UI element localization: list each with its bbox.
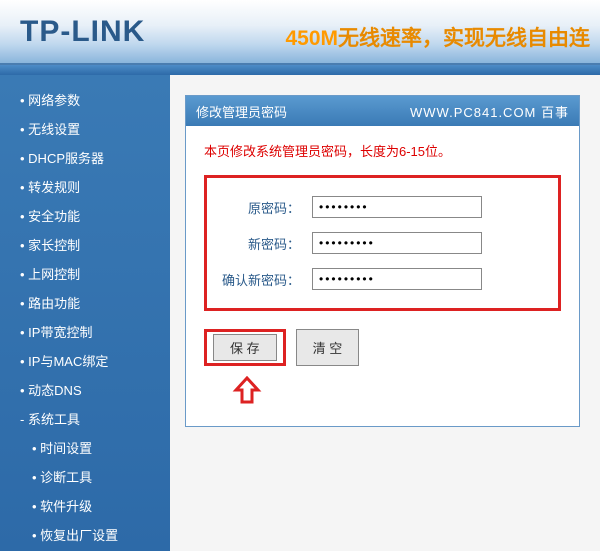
logo: TP-LINK bbox=[20, 15, 145, 49]
password-form: 原密码： 新密码： 确认新密码： bbox=[204, 175, 561, 311]
panel-body: 本页修改系统管理员密码，长度为6-15位。 原密码： 新密码： 确认新密码： 保… bbox=[186, 126, 579, 426]
warning-text: 本页修改系统管理员密码，长度为6-15位。 bbox=[204, 141, 561, 160]
header: TP-LINK 450M无线速率，实现无线自由连 bbox=[0, 0, 600, 65]
save-button[interactable]: 保 存 bbox=[213, 334, 277, 361]
sidebar-item-11[interactable]: - 系统工具 bbox=[0, 404, 170, 433]
clear-button[interactable]: 清 空 bbox=[296, 329, 360, 366]
sidebar-item-12[interactable]: • 时间设置 bbox=[0, 433, 170, 462]
main: • 网络参数• 无线设置• DHCP服务器• 转发规则• 安全功能• 家长控制•… bbox=[0, 75, 600, 551]
tagline: 450M无线速率，实现无线自由连 bbox=[285, 22, 590, 52]
confirm-password-input[interactable] bbox=[312, 268, 482, 290]
sidebar-item-6[interactable]: • 上网控制 bbox=[0, 259, 170, 288]
old-password-input[interactable] bbox=[312, 196, 482, 218]
arrow-up-icon bbox=[232, 376, 561, 406]
new-password-input[interactable] bbox=[312, 232, 482, 254]
save-button-highlight: 保 存 bbox=[204, 329, 286, 366]
panel-header: 修改管理员密码 WWW.PC841.COM 百事 bbox=[186, 96, 579, 126]
tagline-rest: 无线速率，实现无线自由连 bbox=[338, 27, 590, 50]
sidebar-item-14[interactable]: • 软件升级 bbox=[0, 491, 170, 520]
password-panel: 修改管理员密码 WWW.PC841.COM 百事 本页修改系统管理员密码，长度为… bbox=[185, 95, 580, 427]
sidebar-item-4[interactable]: • 安全功能 bbox=[0, 201, 170, 230]
sidebar-item-13[interactable]: • 诊断工具 bbox=[0, 462, 170, 491]
tagline-emphasis: 450M bbox=[285, 27, 338, 50]
sidebar: • 网络参数• 无线设置• DHCP服务器• 转发规则• 安全功能• 家长控制•… bbox=[0, 75, 170, 551]
old-password-label: 原密码： bbox=[222, 198, 300, 217]
sidebar-item-3[interactable]: • 转发规则 bbox=[0, 172, 170, 201]
sidebar-item-8[interactable]: • IP带宽控制 bbox=[0, 317, 170, 346]
sidebar-item-7[interactable]: • 路由功能 bbox=[0, 288, 170, 317]
sidebar-item-5[interactable]: • 家长控制 bbox=[0, 230, 170, 259]
divider bbox=[0, 65, 600, 75]
sidebar-item-0[interactable]: • 网络参数 bbox=[0, 85, 170, 114]
sidebar-item-9[interactable]: • IP与MAC绑定 bbox=[0, 346, 170, 375]
sidebar-item-1[interactable]: • 无线设置 bbox=[0, 114, 170, 143]
sidebar-item-2[interactable]: • DHCP服务器 bbox=[0, 143, 170, 172]
button-row: 保 存 清 空 bbox=[204, 329, 561, 366]
panel-title: 修改管理员密码 bbox=[196, 102, 287, 121]
sidebar-item-15[interactable]: • 恢复出厂设置 bbox=[0, 520, 170, 549]
confirm-password-label: 确认新密码： bbox=[222, 270, 300, 289]
watermark: WWW.PC841.COM 百事 bbox=[410, 102, 569, 121]
sidebar-item-10[interactable]: • 动态DNS bbox=[0, 375, 170, 404]
content: 修改管理员密码 WWW.PC841.COM 百事 本页修改系统管理员密码，长度为… bbox=[170, 75, 600, 551]
new-password-label: 新密码： bbox=[222, 234, 300, 253]
